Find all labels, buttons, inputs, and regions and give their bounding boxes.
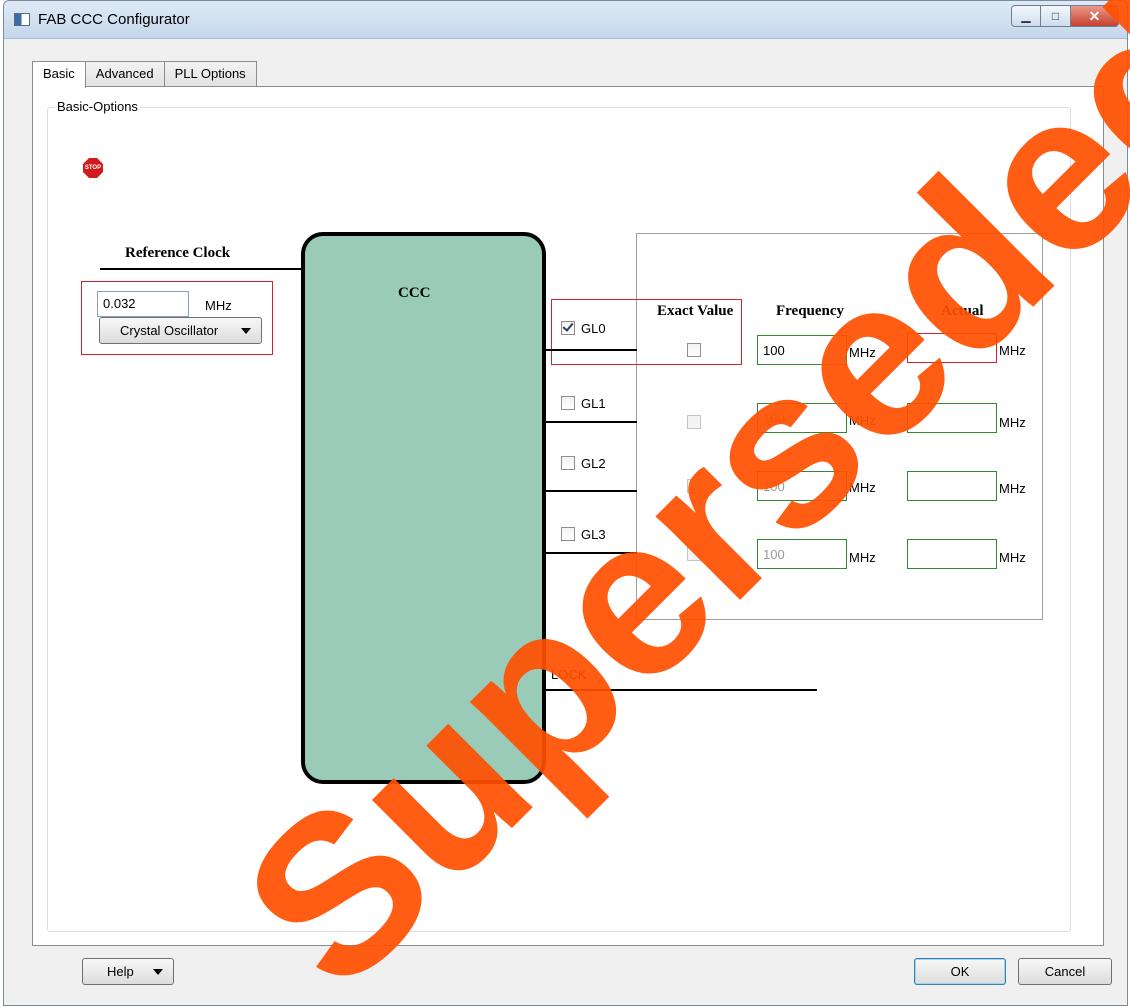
app-icon <box>14 13 30 26</box>
stop-icon: STOP <box>83 158 103 178</box>
basic-options-title: Basic-Options <box>55 99 140 114</box>
gl3-enable-checkbox[interactable] <box>561 527 575 541</box>
gl1-frequency-input[interactable]: 100 <box>757 403 847 433</box>
tab-advanced[interactable]: Advanced <box>84 61 165 86</box>
gl1-line <box>545 421 637 423</box>
gl3-frequency-input[interactable]: 100 <box>757 539 847 569</box>
reference-clock-label: Reference Clock <box>125 245 231 261</box>
gl1-actual-unit: MHz <box>999 415 1026 430</box>
reference-clock-source-value: Crystal Oscillator <box>120 323 219 338</box>
tab-pll-options[interactable]: PLL Options <box>163 61 257 86</box>
gl1-label: GL1 <box>581 396 606 411</box>
title-bar[interactable]: FAB CCC Configurator ▁ □ ✕ <box>4 1 1127 39</box>
cancel-button[interactable]: Cancel <box>1018 958 1112 985</box>
chevron-down-icon <box>241 328 251 334</box>
tab-bar: Basic Advanced PLL Options <box>32 61 257 88</box>
gl1-exact-value-checkbox[interactable] <box>687 415 701 429</box>
gl2-actual-unit: MHz <box>999 481 1026 496</box>
gl0-frequency-unit: MHz <box>849 345 876 360</box>
tab-basic[interactable]: Basic <box>32 61 86 88</box>
ccc-block <box>301 232 546 784</box>
chevron-down-icon <box>153 969 163 975</box>
gl1-frequency-unit: MHz <box>849 413 876 428</box>
gl0-highlight <box>551 299 742 365</box>
gl2-label: GL2 <box>581 456 606 471</box>
ccc-label: CCC <box>398 285 431 301</box>
gl2-enable-checkbox[interactable] <box>561 456 575 470</box>
gl2-actual-input[interactable] <box>907 471 997 501</box>
gl2-frequency-input[interactable]: 100 <box>757 471 847 501</box>
gl3-frequency-unit: MHz <box>849 550 876 565</box>
maximize-button[interactable]: □ <box>1041 5 1071 27</box>
gl3-actual-unit: MHz <box>999 550 1026 565</box>
actual-header: Actual <box>941 303 984 319</box>
gl2-frequency-unit: MHz <box>849 480 876 495</box>
gl1-enable-checkbox[interactable] <box>561 396 575 410</box>
lock-line <box>545 689 817 691</box>
reference-clock-input[interactable]: 0.032 <box>97 291 189 317</box>
basic-tab-panel: Basic-Options STOP Reference Clock 0.032… <box>32 86 1104 946</box>
ok-button[interactable]: OK <box>914 958 1006 985</box>
gl2-line <box>545 490 637 492</box>
reference-clock-source-select[interactable]: Crystal Oscillator <box>99 317 262 344</box>
gl2-exact-value-checkbox[interactable] <box>687 479 701 493</box>
gl3-line <box>545 552 637 554</box>
gl1-actual-input[interactable] <box>907 403 997 433</box>
close-button[interactable]: ✕ <box>1071 5 1119 27</box>
minimize-icon: ▁ <box>1021 9 1031 23</box>
reference-clock-line <box>100 268 303 270</box>
gl0-frequency-input[interactable]: 100 <box>757 335 847 365</box>
window-controls: ▁ □ ✕ <box>1011 5 1119 27</box>
gl0-label: GL0 <box>581 321 606 336</box>
gl3-exact-value-checkbox[interactable] <box>687 547 701 561</box>
gl0-line <box>545 349 637 351</box>
reference-clock-unit: MHz <box>205 298 232 313</box>
gl0-enable-checkbox[interactable] <box>561 320 575 335</box>
maximize-icon: □ <box>1051 9 1060 23</box>
help-button-label: Help <box>107 964 134 979</box>
gl3-actual-input[interactable] <box>907 539 997 569</box>
close-icon: ✕ <box>1088 7 1101 24</box>
minimize-button[interactable]: ▁ <box>1011 5 1041 27</box>
frequency-header: Frequency <box>776 303 845 319</box>
gl0-exact-value-checkbox[interactable] <box>687 343 701 357</box>
gl0-actual-unit: MHz <box>999 343 1026 358</box>
check-icon <box>562 320 574 332</box>
help-button[interactable]: Help <box>82 958 174 985</box>
lock-label: LOCK <box>551 667 587 682</box>
window-title: FAB CCC Configurator <box>38 11 190 28</box>
gl3-label: GL3 <box>581 527 606 542</box>
gl0-actual-input[interactable] <box>907 333 997 363</box>
